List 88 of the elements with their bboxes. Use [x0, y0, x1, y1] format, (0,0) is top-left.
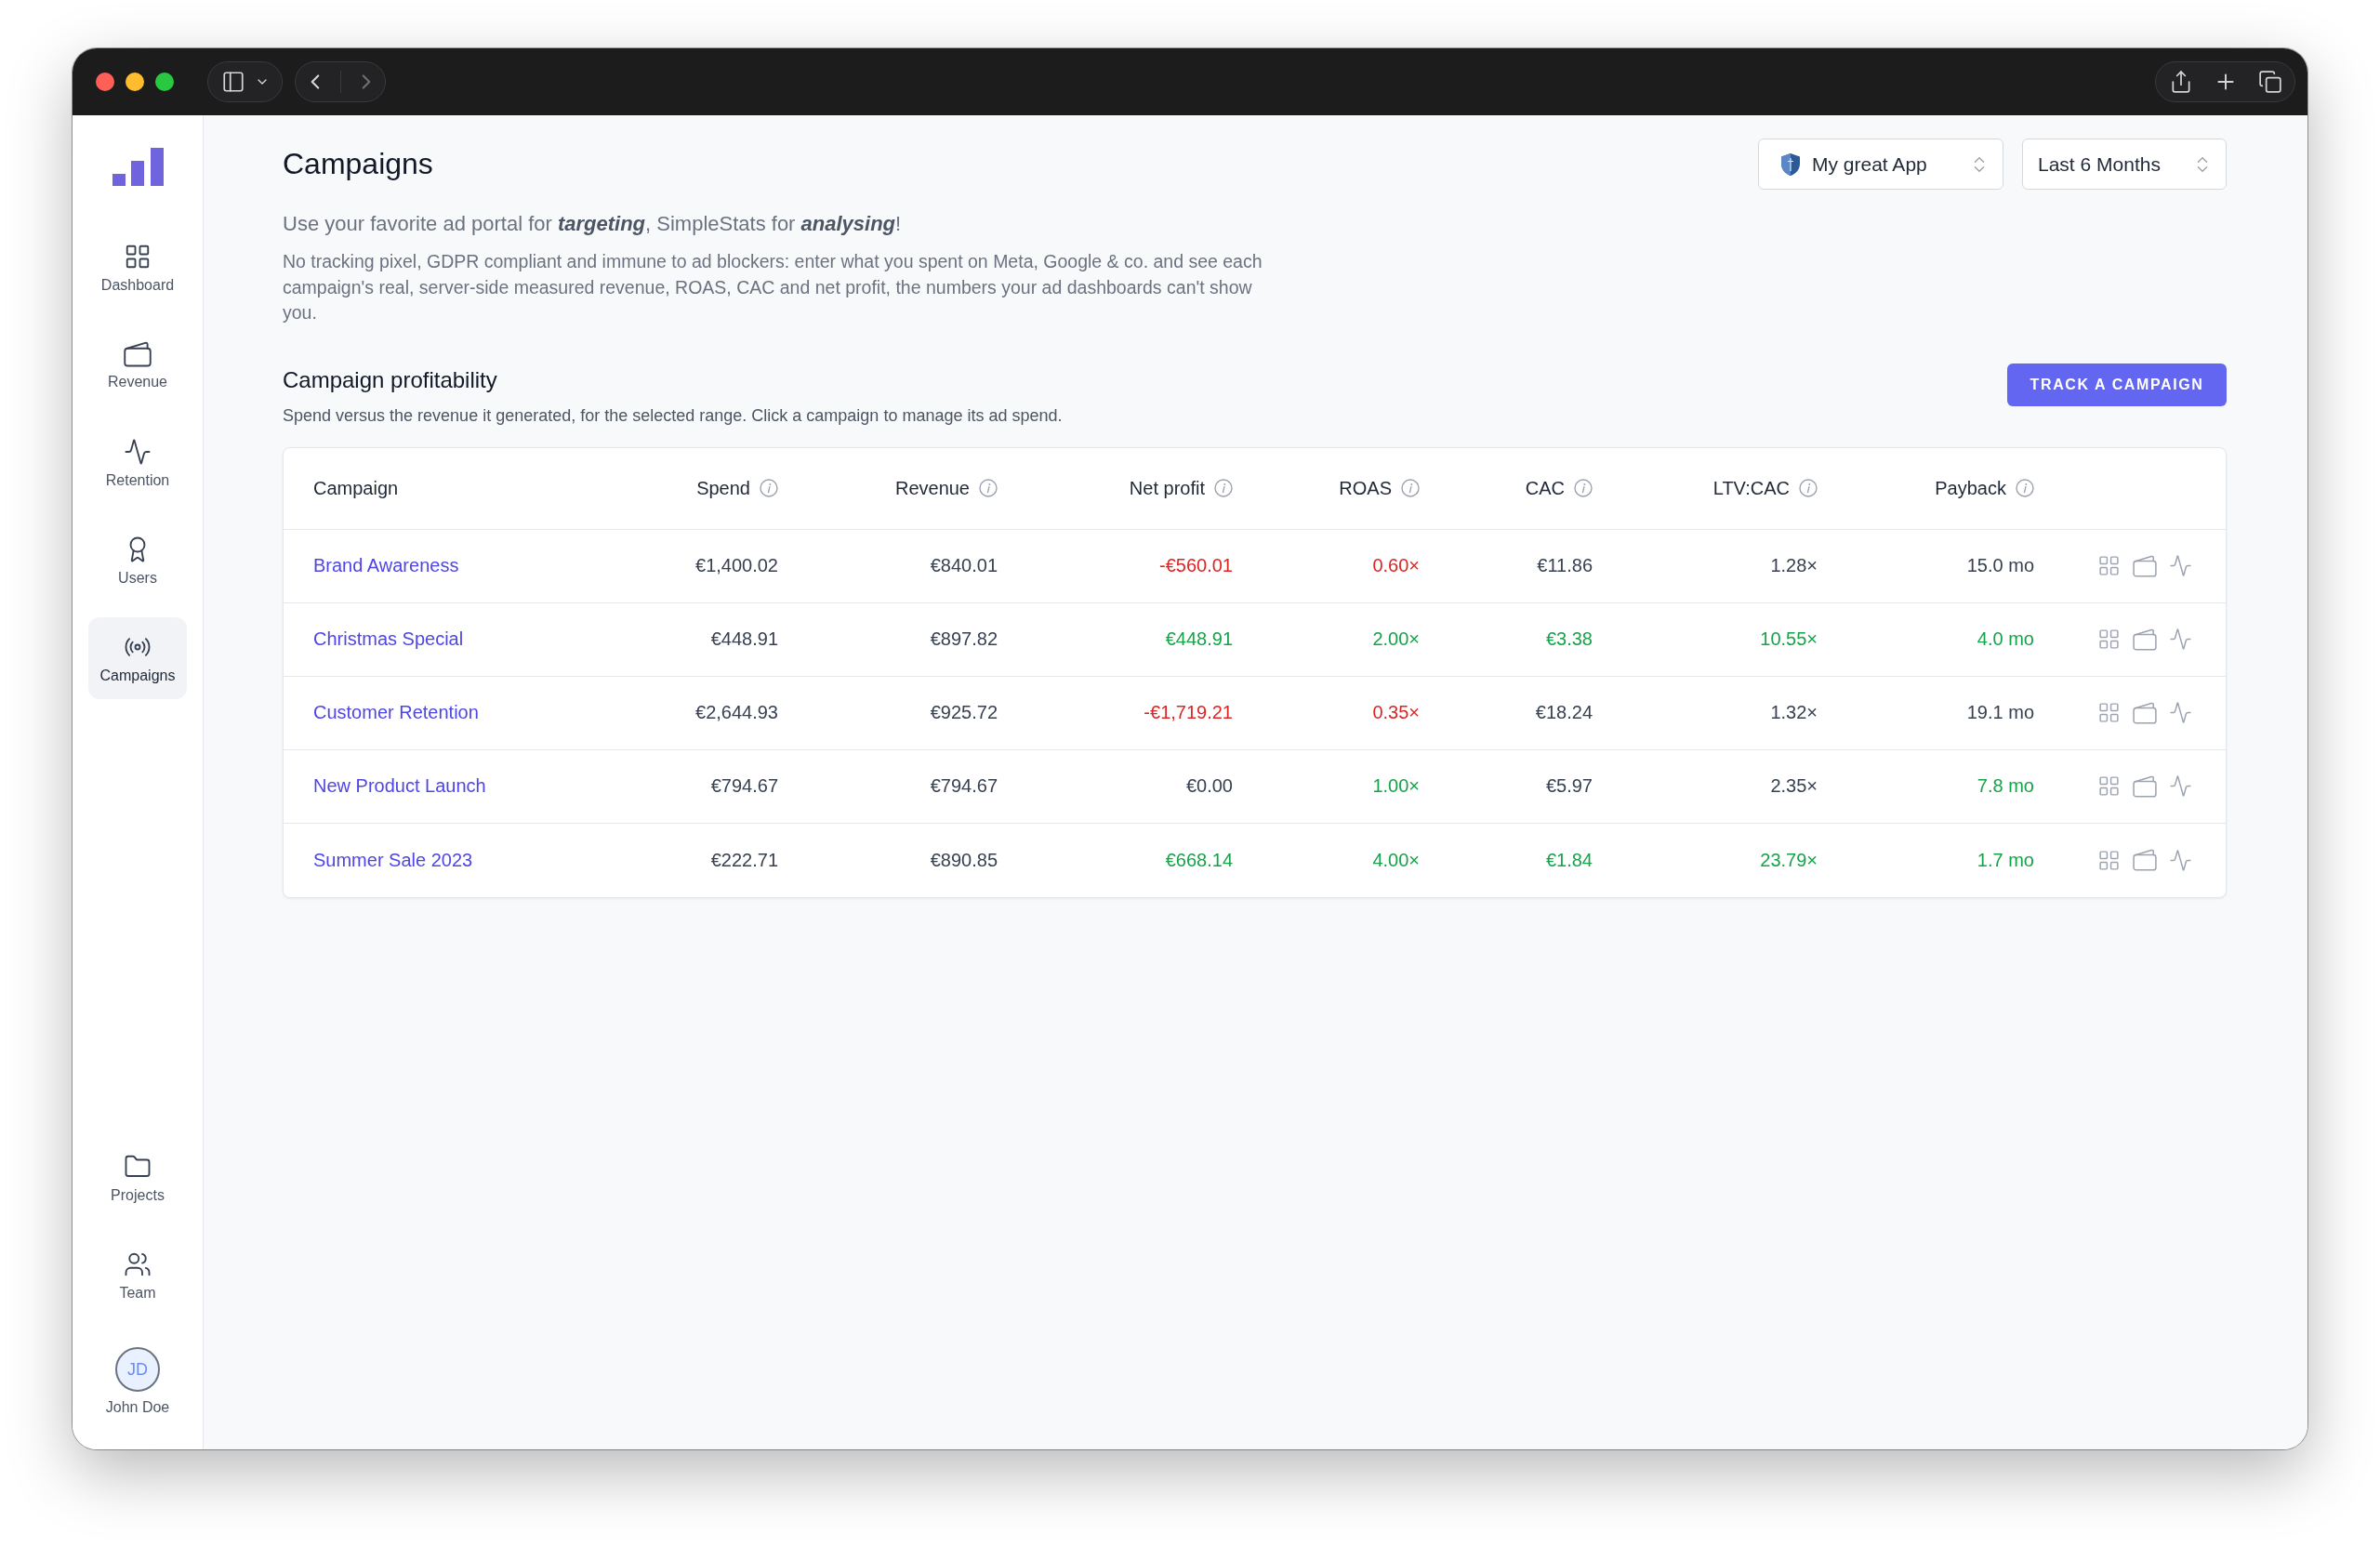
grid-icon[interactable]: [2097, 554, 2121, 577]
sidebar-item[interactable]: Projects: [88, 1137, 187, 1219]
sidebar-item[interactable]: Retention: [88, 422, 187, 504]
table-cell: 7.8 mo: [1977, 775, 2034, 797]
campaign-link[interactable]: New Product Launch: [313, 775, 486, 797]
section-subtitle: Spend versus the revenue it generated, for the selected range. Click a campaign to manage its ad spend.: [283, 404, 1063, 427]
table-cell: €3.38: [1545, 628, 1593, 650]
pulse-icon[interactable]: [2169, 554, 2192, 577]
track-campaign-button[interactable]: TRACK A CAMPAIGN: [2007, 363, 2227, 406]
wallet-icon[interactable]: [2133, 774, 2157, 798]
table-cell: €18.24: [1535, 702, 1593, 723]
column-header: Revenue: [894, 477, 970, 499]
sidebar-item[interactable]: Team: [88, 1235, 187, 1316]
table-cell: €1.84: [1545, 849, 1593, 871]
column-header: Campaign: [313, 477, 399, 499]
table-cell: 15.0 mo: [1966, 555, 2034, 576]
column-header: CAC: [1525, 477, 1565, 499]
pulse-icon: [124, 437, 152, 466]
table-cell: 2.00×: [1372, 628, 1420, 650]
intro-text: Use your favorite ad portal for targeting, SimpleStats for analysing!: [283, 211, 902, 237]
maximize-button[interactable]: [155, 73, 174, 91]
pulse-icon[interactable]: [2169, 848, 2192, 872]
table-cell: €0.00: [1185, 775, 1233, 797]
table-cell: €925.72: [930, 702, 998, 723]
shield-icon: [1780, 152, 1801, 177]
grid-icon[interactable]: [2097, 848, 2121, 872]
wallet-icon: [124, 340, 152, 367]
table-cell: 4.0 mo: [1977, 628, 2034, 650]
campaign-link[interactable]: Brand Awareness: [313, 555, 459, 576]
column-header: Net profit: [1129, 477, 1205, 499]
campaign-link[interactable]: Christmas Special: [313, 628, 464, 650]
table-cell: 19.1 mo: [1966, 702, 2034, 723]
date-range-select[interactable]: Last 6 Months: [2022, 139, 2227, 190]
app-select[interactable]: My great App: [1758, 139, 2003, 190]
sidebar-item[interactable]: Users: [88, 520, 187, 602]
table-cell: €11.86: [1537, 555, 1593, 576]
table-cell: 23.79×: [1760, 849, 1818, 871]
column-header: Spend: [696, 477, 750, 499]
description-text: No tracking pixel, GDPR compliant and immune to ad blockers: enter what you spent on Meta, Google & co. and see each campaign's real, server-side measured revenue, ROAS, CAC and net profit, the numbers your ad dashboards can't show you.: [283, 250, 1263, 324]
table-cell: €448.91: [1165, 628, 1233, 650]
wallet-icon[interactable]: [2133, 628, 2157, 651]
table-cell: -€1,719.21: [1144, 702, 1233, 723]
campaign-link[interactable]: Customer Retention: [313, 702, 479, 723]
sidebar-item[interactable]: Dashboard: [88, 227, 187, 309]
table-cell: 1.28×: [1770, 555, 1818, 576]
pulse-icon[interactable]: [2169, 701, 2192, 724]
grid-icon[interactable]: [2097, 774, 2121, 798]
table-cell: 1.00×: [1372, 775, 1420, 797]
table-cell: €1,400.02: [695, 555, 778, 576]
table-cell: 0.60×: [1372, 555, 1420, 576]
sidebar-item[interactable]: Revenue: [88, 324, 187, 406]
table-cell: €840.01: [930, 555, 998, 576]
pulse-icon[interactable]: [2169, 628, 2192, 651]
table-cell: 2.35×: [1770, 775, 1818, 797]
page-title: Campaigns: [283, 147, 433, 181]
copy-icon[interactable]: [2257, 70, 2282, 94]
table-cell: 10.55×: [1760, 628, 1818, 650]
table-cell: 1.7 mo: [1977, 849, 2034, 871]
table-cell: €668.14: [1165, 849, 1233, 871]
column-header: ROAS: [1339, 477, 1392, 499]
grid-icon[interactable]: [2097, 701, 2121, 724]
table-cell: €2,644.93: [695, 702, 778, 723]
sidebar-toggle-icon[interactable]: [220, 70, 245, 94]
sidebar-item[interactable]: Campaigns: [88, 617, 187, 699]
user-name: John Doe: [105, 1399, 170, 1416]
section-title: Campaign profitability: [283, 365, 497, 394]
minimize-button[interactable]: [126, 73, 144, 91]
table-cell: 1.32×: [1770, 702, 1818, 723]
table-cell: €890.85: [930, 849, 998, 871]
wallet-icon[interactable]: [2133, 849, 2157, 871]
column-header: LTV:CAC: [1712, 477, 1790, 499]
close-button[interactable]: [96, 73, 114, 91]
table-cell: €897.82: [930, 628, 998, 650]
table-cell: 0.35×: [1372, 702, 1420, 723]
bar-chart-logo: [112, 148, 164, 186]
wallet-icon[interactable]: [2133, 701, 2157, 724]
table-cell: €794.67: [710, 775, 778, 797]
column-header: Payback: [1935, 477, 2006, 499]
table-cell: -€560.01: [1159, 555, 1233, 576]
campaign-link[interactable]: Summer Sale 2023: [313, 849, 473, 871]
table-cell: €222.71: [710, 849, 778, 871]
wallet-icon[interactable]: [2133, 554, 2157, 577]
grid-icon[interactable]: [2097, 628, 2121, 651]
table-cell: 4.00×: [1372, 849, 1420, 871]
table-cell: €794.67: [930, 775, 998, 797]
table-cell: €5.97: [1545, 775, 1593, 797]
pulse-icon[interactable]: [2169, 774, 2192, 798]
table-cell: €448.91: [710, 628, 778, 650]
